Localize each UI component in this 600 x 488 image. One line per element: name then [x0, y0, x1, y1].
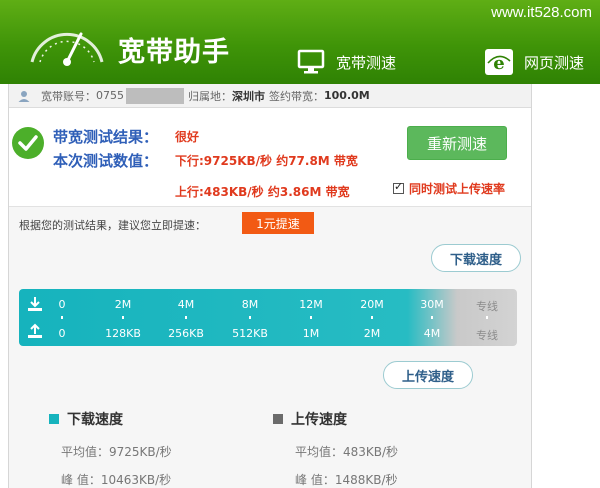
region-label: 归属地： [188, 89, 232, 103]
upload-tick-label: 4M [423, 327, 441, 340]
upload-result: 上行:483KB/秒 约3.86M 带宽 [175, 185, 350, 199]
region-value: 深圳市 [232, 89, 265, 103]
download-legend-label: 下载速度 [67, 412, 123, 428]
download-result: 下行:9725KB/秒 约77.8M 带宽 [175, 154, 358, 168]
download-tick-label: 20M [360, 298, 384, 311]
upload-average: 平均值：483KB/秒 [295, 445, 399, 459]
plan-label: 签约带宽： [269, 89, 324, 103]
monitor-icon [297, 49, 325, 74]
nav-web-test[interactable]: e 网页测速 [484, 44, 584, 80]
upload-legend-label: 上传速度 [291, 412, 347, 428]
speed-section: 根据您的测试结果，建议您立即提速： 1元提速 下载速度 0 2M 4M 8M 12M 20… [9, 206, 531, 488]
account-mask [126, 87, 184, 104]
upload-checkbox[interactable] [393, 180, 404, 194]
upload-tick-label: 256KB [168, 327, 204, 340]
upload-tick-label: 2M [363, 327, 381, 340]
tick-marker [249, 316, 251, 319]
upload-tick-label: 0 [58, 327, 66, 340]
simultaneous-upload-toggle[interactable]: 同时测试上传速率 [393, 180, 505, 197]
upload-tick-label: 512KB [232, 327, 268, 340]
download-peak: 峰 值：10463KB/秒 [61, 473, 172, 487]
download-icon [28, 297, 42, 311]
download-average: 平均值：9725KB/秒 [61, 445, 172, 459]
speedometer-icon [30, 32, 104, 66]
download-tick-label: 2M [114, 298, 132, 311]
value-label: 本次测试数值： [53, 152, 159, 170]
tick-marker [310, 316, 312, 319]
simultaneous-upload-label: 同时测试上传速率 [409, 182, 506, 196]
speed-gauge-bar: 0 2M 4M 8M 12M 20M 30M 专线 0 128KB 256KB 512KB 1M 2M 4M… [19, 289, 517, 346]
tick-marker [371, 316, 373, 319]
download-tick-label: 12M [299, 298, 323, 311]
upload-peak: 峰 值：1488KB/秒 [295, 473, 398, 487]
result-label: 带宽测试结果： [53, 128, 159, 146]
upload-legend: 上传速度 [273, 409, 347, 429]
user-icon [18, 90, 30, 102]
account-label: 宽带账号： [41, 89, 96, 103]
tick-marker [61, 316, 63, 319]
ie-icon: e [485, 49, 513, 75]
tick-marker [431, 316, 433, 319]
download-tick-label: 专线 [476, 300, 498, 313]
download-tick-label: 30M [420, 298, 444, 311]
check-icon [12, 127, 44, 159]
upload-tick-label: 专线 [476, 329, 498, 342]
suggestion-text: 根据您的测试结果，建议您立即提速： [19, 219, 206, 232]
upload-tick-label: 128KB [105, 327, 141, 340]
main-panel: 宽带账号： 0755 归属地： 深圳市 签约带宽： 100.0M 带宽测试结果：… [8, 84, 532, 488]
download-tick-label: 8M [241, 298, 259, 311]
upload-icon [28, 323, 42, 338]
retest-button[interactable]: 重新测速 [407, 126, 507, 160]
download-tick-label: 4M [177, 298, 195, 311]
result-rating: 很好 [175, 130, 200, 144]
download-speed-bubble: 下载速度 [431, 244, 521, 272]
download-swatch [49, 414, 59, 424]
account-info-bar: 宽带账号： 0755 归属地： 深圳市 签约带宽： 100.0M [9, 84, 531, 108]
upload-tick-label: 1M [302, 327, 320, 340]
app-title: 宽带助手 [118, 37, 230, 68]
upload-speed-bubble: 上传速度 [383, 361, 473, 389]
tick-marker [185, 316, 187, 319]
site-watermark: www.it528.com [491, 4, 592, 21]
boost-button[interactable]: 1元提速 [242, 212, 314, 234]
tick-marker [486, 316, 488, 319]
app-header: 宽带助手 www.it528.com 宽带测速 e 网页测速 [0, 0, 600, 84]
upload-swatch [273, 414, 283, 424]
nav-bandwidth-test[interactable]: 宽带测速 [296, 44, 396, 80]
nav-bandwidth-label: 宽带测速 [336, 53, 397, 72]
account-prefix: 0755 [96, 89, 124, 102]
download-tick-label: 0 [58, 298, 66, 311]
nav-web-label: 网页测速 [524, 53, 585, 72]
download-legend: 下载速度 [49, 409, 123, 429]
tick-marker [122, 316, 124, 319]
plan-value: 100.0M [324, 89, 370, 102]
